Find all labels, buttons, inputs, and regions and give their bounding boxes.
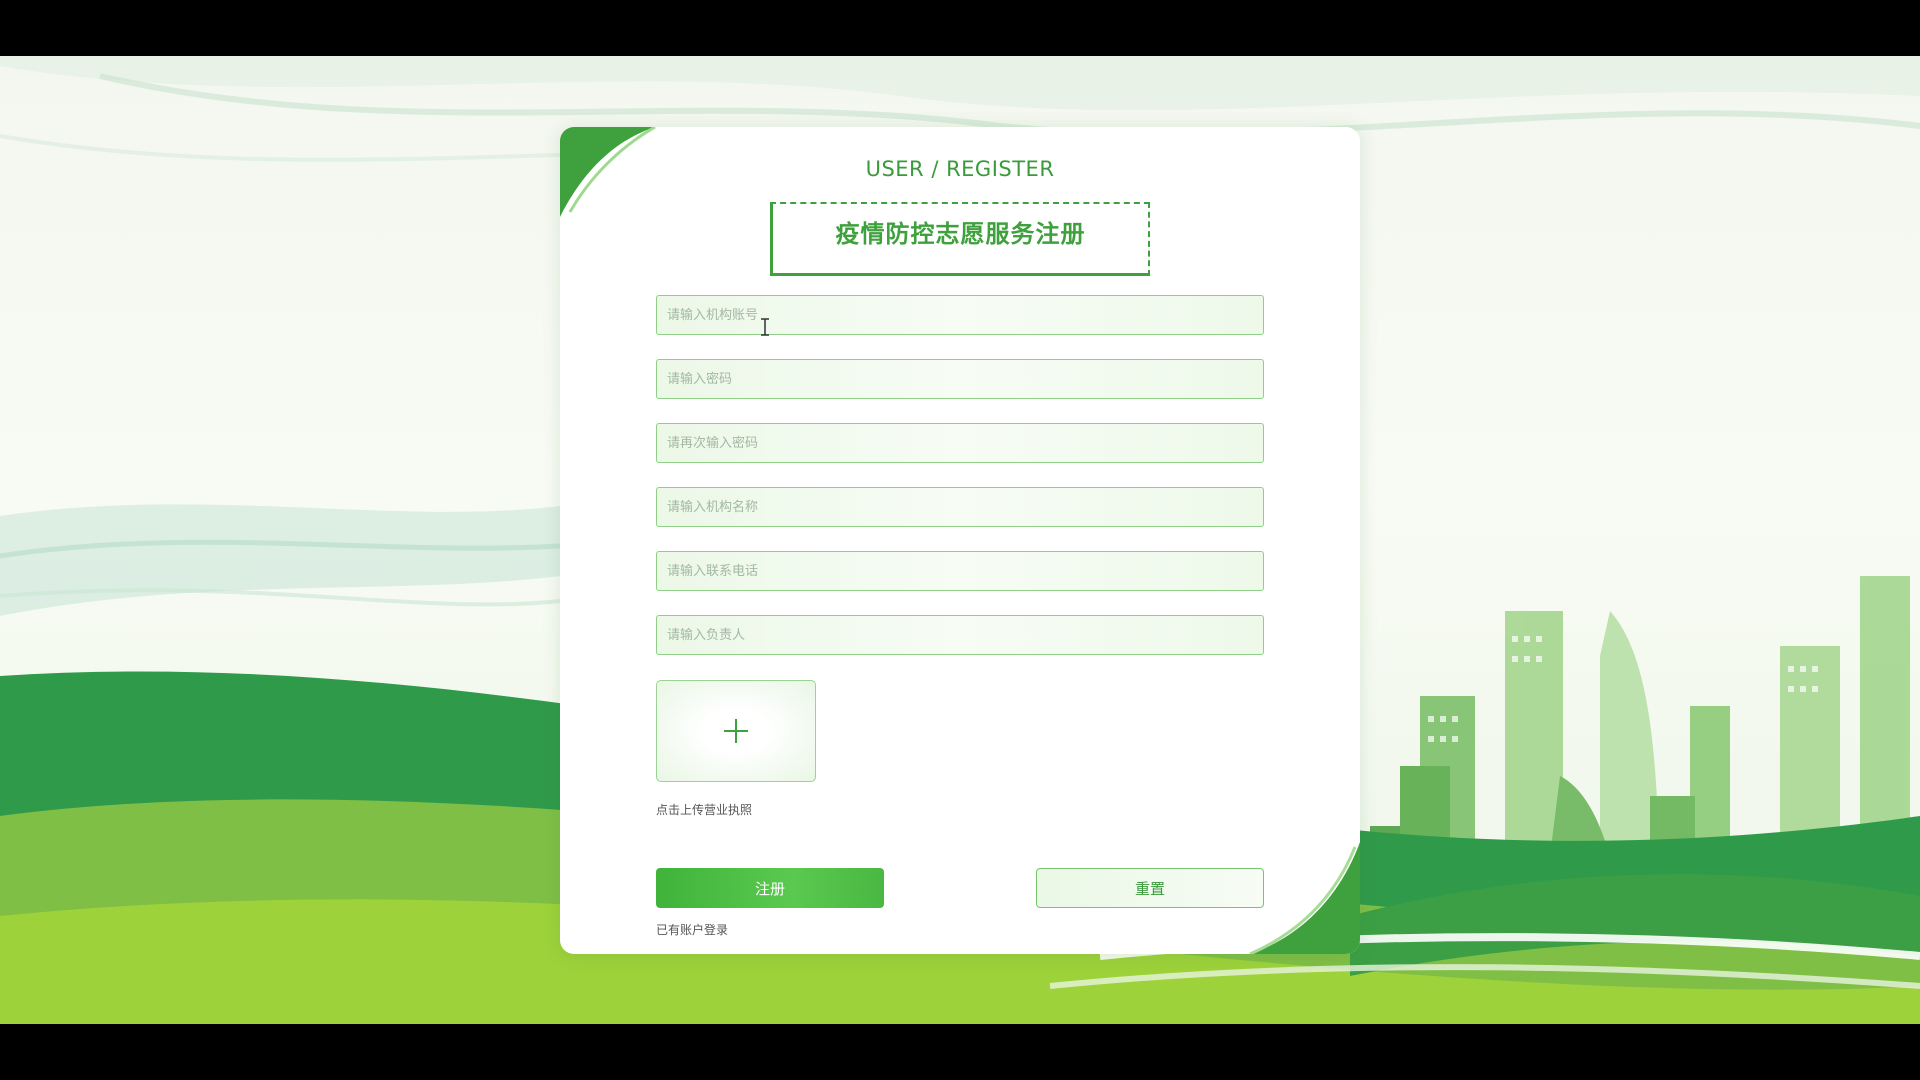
org-name-input[interactable] xyxy=(656,487,1264,527)
account-input[interactable] xyxy=(656,295,1264,335)
license-upload-button[interactable] xyxy=(656,680,816,782)
register-button[interactable]: 注册 xyxy=(656,868,884,908)
upload-hint: 点击上传营业执照 xyxy=(656,803,753,817)
login-link[interactable]: 已有账户登录 xyxy=(656,921,728,938)
title-frame: 疫情防控志愿服务注册 xyxy=(770,202,1150,276)
page-title: 疫情防控志愿服务注册 xyxy=(835,220,1086,248)
register-card: USER / REGISTER 疫情防控志愿服务注册 点击上传营业执照 注册 重… xyxy=(560,127,1360,954)
plus-icon xyxy=(724,719,748,743)
letterbox-top xyxy=(0,0,1920,56)
phone-input[interactable] xyxy=(656,551,1264,591)
letterbox-bottom xyxy=(0,1024,1920,1080)
reset-button[interactable]: 重置 xyxy=(1036,868,1264,908)
password-confirm-input[interactable] xyxy=(656,423,1264,463)
register-subtitle: USER / REGISTER xyxy=(865,157,1055,181)
manager-input[interactable] xyxy=(656,615,1264,655)
password-input[interactable] xyxy=(656,359,1264,399)
text-cursor-icon xyxy=(761,318,769,336)
